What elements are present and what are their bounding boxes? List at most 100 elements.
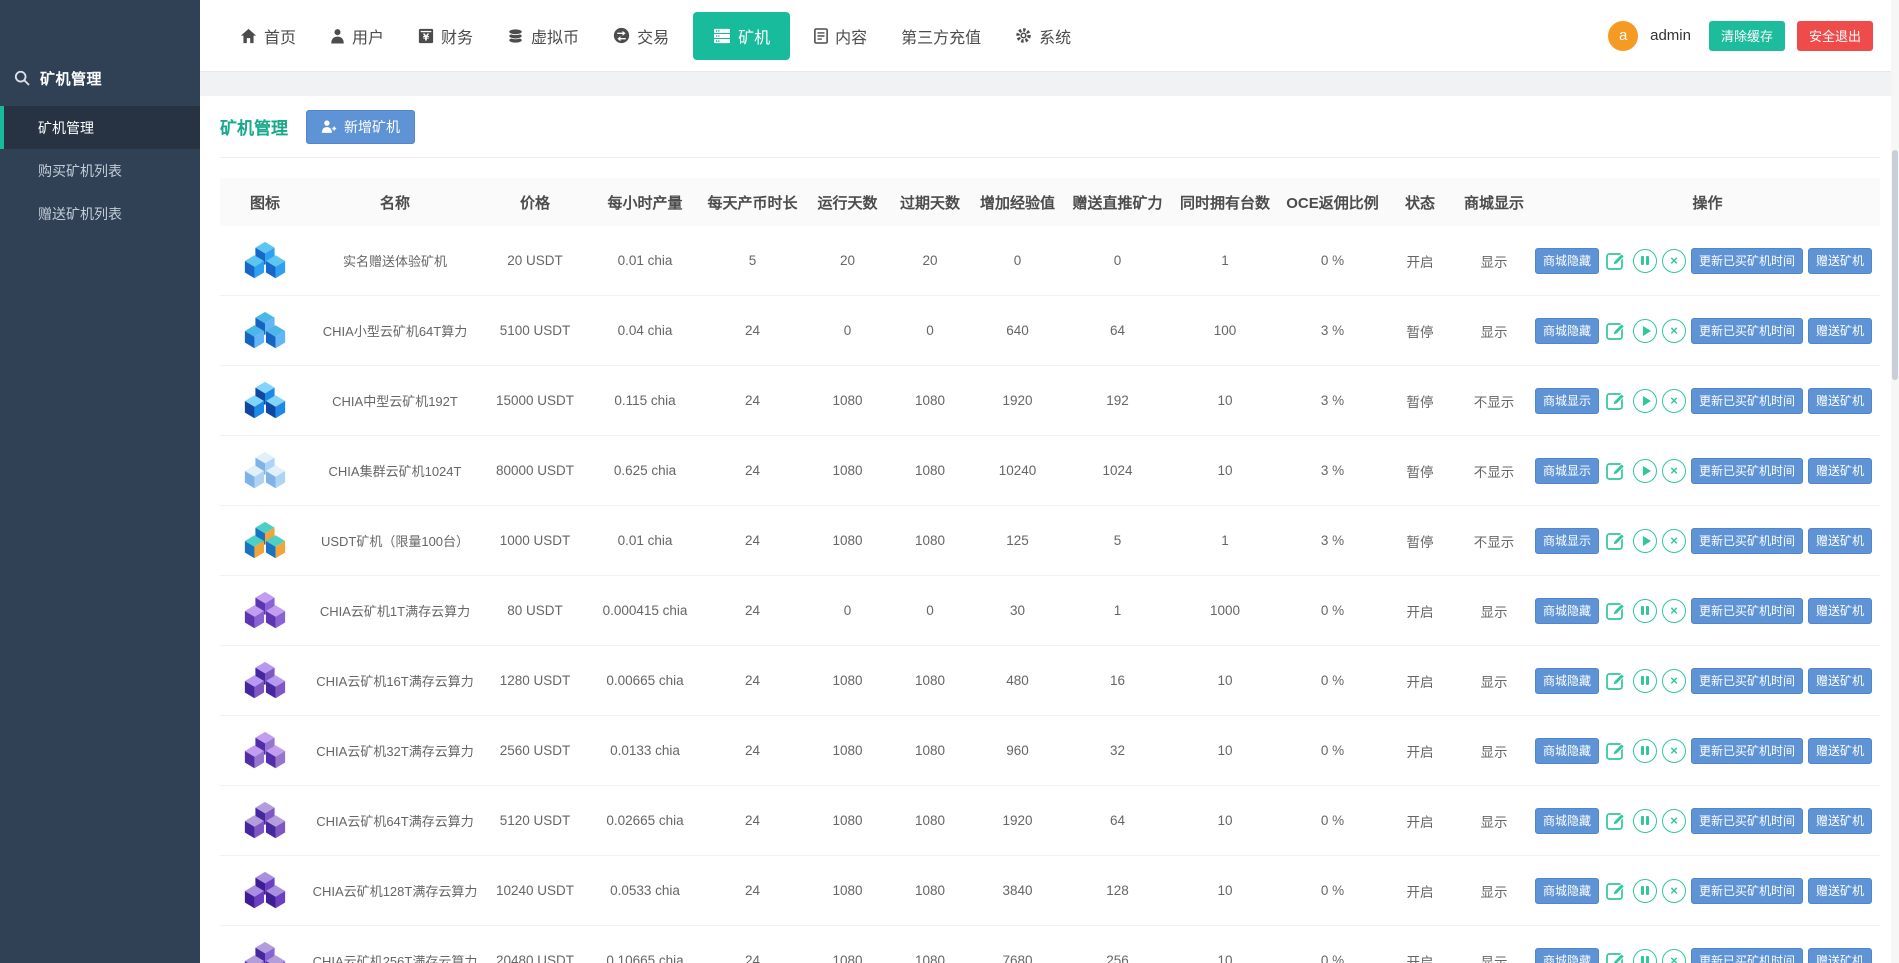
gift-miner-button[interactable]: 赠送矿机 <box>1808 248 1872 274</box>
pause-icon[interactable] <box>1633 879 1657 903</box>
gift-miner-button[interactable]: 赠送矿机 <box>1808 388 1872 414</box>
sidebar-item-bought-miner-list[interactable]: 购买矿机列表 <box>0 149 200 192</box>
update-bought-time-button[interactable]: 更新已买矿机时间 <box>1691 738 1803 764</box>
nav-finance[interactable]: ¥ 财务 <box>408 12 483 60</box>
mall-toggle-button[interactable]: 商城隐藏 <box>1535 878 1599 904</box>
mall-toggle-button[interactable]: 商城隐藏 <box>1535 318 1599 344</box>
nav-user[interactable]: 用户 <box>320 12 394 60</box>
gift-miner-button[interactable]: 赠送矿机 <box>1808 948 1872 963</box>
logout-button[interactable]: 安全退出 <box>1797 21 1873 51</box>
search-icon[interactable] <box>14 70 30 86</box>
edit-icon[interactable] <box>1604 949 1628 963</box>
gift-miner-button[interactable]: 赠送矿机 <box>1808 318 1872 344</box>
nav-home[interactable]: 首页 <box>230 12 306 60</box>
close-icon[interactable]: × <box>1662 529 1686 553</box>
nav-virtual-coin[interactable]: 虚拟币 <box>497 12 589 60</box>
play-icon[interactable] <box>1633 459 1657 483</box>
update-bought-time-button[interactable]: 更新已买矿机时间 <box>1691 948 1803 963</box>
edit-icon[interactable] <box>1604 249 1628 273</box>
status-text: 开启 <box>1385 811 1455 831</box>
update-bought-time-button[interactable]: 更新已买矿机时间 <box>1691 318 1803 344</box>
sidebar-item-gift-miner-list[interactable]: 赠送矿机列表 <box>0 192 200 235</box>
close-icon[interactable]: × <box>1662 319 1686 343</box>
edit-icon[interactable] <box>1604 739 1628 763</box>
nav-third-party-recharge[interactable]: 第三方充值 <box>891 12 991 60</box>
gift-miner-button[interactable]: 赠送矿机 <box>1808 458 1872 484</box>
edit-icon[interactable] <box>1604 879 1628 903</box>
col-header-oce-rate: OCE返佣比例 <box>1280 192 1385 213</box>
play-icon[interactable] <box>1633 529 1657 553</box>
edit-icon[interactable] <box>1604 809 1628 833</box>
clear-cache-button[interactable]: 清除缓存 <box>1709 21 1785 51</box>
mall-toggle-button[interactable]: 商城显示 <box>1535 388 1599 414</box>
update-bought-time-button[interactable]: 更新已买矿机时间 <box>1691 808 1803 834</box>
close-icon[interactable]: × <box>1662 809 1686 833</box>
add-miner-button[interactable]: 新增矿机 <box>306 110 415 144</box>
nav-trade[interactable]: 交易 <box>603 12 679 60</box>
avatar[interactable]: a <box>1608 21 1638 51</box>
close-icon[interactable]: × <box>1662 949 1686 963</box>
close-icon[interactable]: × <box>1662 669 1686 693</box>
edit-icon[interactable] <box>1604 459 1628 483</box>
pause-icon[interactable] <box>1633 739 1657 763</box>
mall-toggle-button[interactable]: 商城隐藏 <box>1535 668 1599 694</box>
update-bought-time-button[interactable]: 更新已买矿机时间 <box>1691 598 1803 624</box>
run-days: 1080 <box>805 953 890 963</box>
gift-miner-button[interactable]: 赠送矿机 <box>1808 598 1872 624</box>
nav-miner[interactable]: 矿机 <box>693 12 790 60</box>
close-icon[interactable]: × <box>1662 249 1686 273</box>
mall-display-text: 显示 <box>1455 951 1533 963</box>
gift-miner-button[interactable]: 赠送矿机 <box>1808 738 1872 764</box>
gift-miner-button[interactable]: 赠送矿机 <box>1808 808 1872 834</box>
max-owned: 10 <box>1170 393 1280 408</box>
edit-icon[interactable] <box>1604 319 1628 343</box>
mall-toggle-button[interactable]: 商城显示 <box>1535 528 1599 554</box>
mall-toggle-button[interactable]: 商城隐藏 <box>1535 248 1599 274</box>
close-icon[interactable]: × <box>1662 389 1686 413</box>
close-icon[interactable]: × <box>1662 459 1686 483</box>
close-icon[interactable]: × <box>1662 739 1686 763</box>
update-bought-time-button[interactable]: 更新已买矿机时间 <box>1691 528 1803 554</box>
col-header-status: 状态 <box>1385 192 1455 213</box>
close-icon[interactable]: × <box>1662 879 1686 903</box>
daily-coin-hours: 24 <box>700 603 805 618</box>
direct-power: 16 <box>1065 673 1170 688</box>
update-bought-time-button[interactable]: 更新已买矿机时间 <box>1691 248 1803 274</box>
edit-icon[interactable] <box>1604 529 1628 553</box>
gift-miner-button[interactable]: 赠送矿机 <box>1808 668 1872 694</box>
gift-miner-button[interactable]: 赠送矿机 <box>1808 528 1872 554</box>
edit-icon[interactable] <box>1604 599 1628 623</box>
update-bought-time-button[interactable]: 更新已买矿机时间 <box>1691 878 1803 904</box>
scrollbar-thumb[interactable] <box>1892 150 1898 380</box>
pause-icon[interactable] <box>1633 249 1657 273</box>
play-icon[interactable] <box>1633 319 1657 343</box>
pause-icon[interactable] <box>1633 599 1657 623</box>
mall-toggle-button[interactable]: 商城隐藏 <box>1535 948 1599 963</box>
gift-miner-button[interactable]: 赠送矿机 <box>1808 878 1872 904</box>
pause-icon[interactable] <box>1633 809 1657 833</box>
vertical-scrollbar[interactable] <box>1891 0 1899 963</box>
oce-rate: 0 % <box>1280 953 1385 963</box>
mall-toggle-button[interactable]: 商城隐藏 <box>1535 808 1599 834</box>
daily-coin-hours: 24 <box>700 813 805 828</box>
nav-content[interactable]: 内容 <box>804 12 877 60</box>
mall-display-text: 显示 <box>1455 321 1533 341</box>
edit-icon[interactable] <box>1604 669 1628 693</box>
page-title: 矿机管理 <box>220 114 288 139</box>
mall-toggle-button[interactable]: 商城隐藏 <box>1535 738 1599 764</box>
update-bought-time-button[interactable]: 更新已买矿机时间 <box>1691 668 1803 694</box>
pause-icon[interactable] <box>1633 669 1657 693</box>
mall-toggle-button[interactable]: 商城隐藏 <box>1535 598 1599 624</box>
direct-power: 256 <box>1065 953 1170 963</box>
play-icon[interactable] <box>1633 389 1657 413</box>
pause-icon[interactable] <box>1633 949 1657 963</box>
daily-coin-hours: 24 <box>700 533 805 548</box>
close-icon[interactable]: × <box>1662 599 1686 623</box>
update-bought-time-button[interactable]: 更新已买矿机时间 <box>1691 388 1803 414</box>
edit-icon[interactable] <box>1604 389 1628 413</box>
hourly-output: 0.625 chia <box>590 463 700 478</box>
mall-toggle-button[interactable]: 商城显示 <box>1535 458 1599 484</box>
update-bought-time-button[interactable]: 更新已买矿机时间 <box>1691 458 1803 484</box>
nav-system[interactable]: 系统 <box>1005 12 1081 60</box>
sidebar-item-miner-manage[interactable]: 矿机管理 <box>0 106 200 149</box>
